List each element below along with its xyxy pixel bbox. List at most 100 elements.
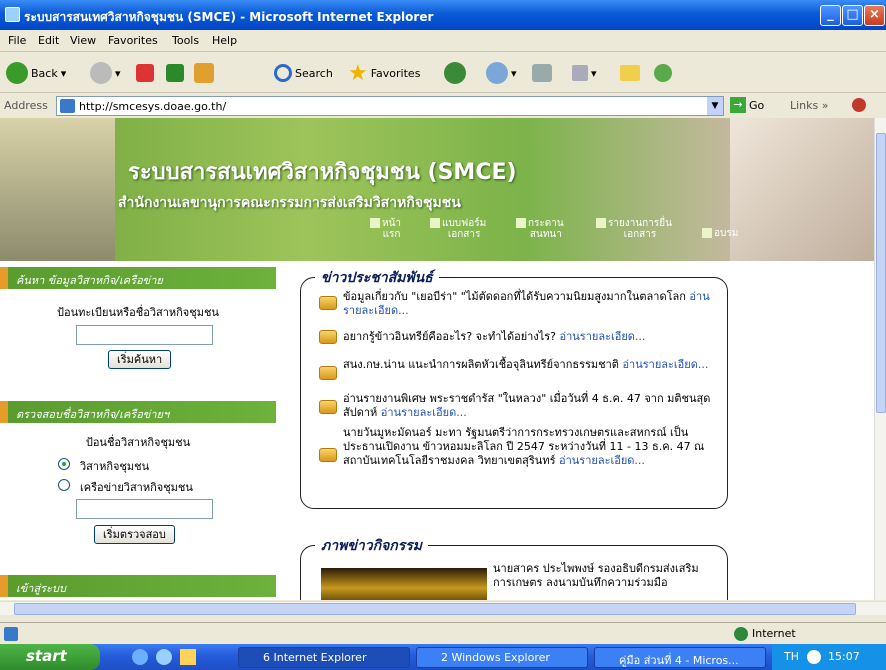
menu-help[interactable]: Help <box>212 34 237 47</box>
radio-enterprise[interactable] <box>58 458 70 470</box>
menu-tools[interactable]: Tools <box>172 34 199 47</box>
globe-icon <box>734 627 748 641</box>
check-input[interactable] <box>76 499 213 519</box>
page-status-icon <box>4 627 18 641</box>
news-item: สนง.กษ.น่าน แนะนำการผลิตหัวเชื้อจุลินทรี… <box>343 358 709 371</box>
activity-photo[interactable] <box>321 568 487 600</box>
mail-icon <box>486 62 508 84</box>
refresh-icon <box>166 64 184 82</box>
nav-marker-icon <box>370 218 380 228</box>
system-tray: TH 15:07 <box>772 644 886 670</box>
activity-panel: ภาพข่าวกิจกรรม นายสาคร ประไพพงษ์ รองอธิบ… <box>300 535 728 600</box>
nav-forum[interactable]: กระดาน สนทนา <box>516 218 564 240</box>
address-input[interactable]: http://smcesys.doae.go.th/ ▼ <box>56 96 724 116</box>
nav-submission-report[interactable]: รายงานการยื่น เอกสาร <box>596 218 672 240</box>
menu-favorites[interactable]: Favorites <box>108 34 158 47</box>
menu-view[interactable]: View <box>70 34 96 47</box>
messenger-button[interactable] <box>654 61 672 85</box>
menu-file[interactable]: File <box>8 34 26 47</box>
news-bullet-icon <box>319 366 337 380</box>
clock: 15:07 <box>828 650 860 663</box>
mail-button[interactable]: ▾ <box>486 61 517 85</box>
nav-marker-icon <box>702 228 712 238</box>
search-button[interactable]: Search <box>274 61 333 85</box>
close-button[interactable]: × <box>864 5 885 26</box>
links-button[interactable]: Links » <box>790 99 829 112</box>
banner-photo-people <box>0 118 115 261</box>
start-button[interactable]: start <box>0 644 100 670</box>
refresh-button[interactable] <box>166 61 184 85</box>
search-section-header: ค้นหา ข้อมูลวิสาหกิจ/เครือข่าย <box>0 267 276 289</box>
window-titlebar[interactable]: ระบบสารสนเทศวิสาหกิจชุมชน (SMCE) - Micro… <box>0 0 886 30</box>
news-bullet-icon <box>319 448 337 462</box>
search-label: ป้อนทะเบียนหรือชื่อวิสาหกิจชุมชน <box>57 306 219 319</box>
menu-edit[interactable]: Edit <box>38 34 59 47</box>
radio-network-label: เครือข่ายวิสาหกิจชุมชน <box>80 481 193 494</box>
go-button[interactable]: → Go <box>730 97 764 113</box>
news-read-more-link[interactable]: อ่านรายละเอียด... <box>381 406 467 419</box>
quicklaunch-ie-icon[interactable] <box>132 649 148 665</box>
print-button[interactable] <box>532 61 552 85</box>
task-word-document[interactable]: คู่มือ ส่วนที่ 4 - Micros... <box>594 647 766 668</box>
language-indicator[interactable]: TH <box>784 650 799 663</box>
standard-toolbar: Back ▾ ▾ Search ★ Favorites ▾ ▾ <box>0 53 886 93</box>
news-item: อยากรู้ข้าวอินทรีย์คืออะไร? จะทำได้อย่าง… <box>343 330 646 343</box>
home-button[interactable] <box>194 61 214 85</box>
messenger-icon <box>654 64 672 82</box>
scroll-thumb[interactable] <box>14 603 856 615</box>
nav-marker-icon <box>596 218 606 228</box>
taskbar: start 6 Internet Explorer 2 Windows Expl… <box>0 644 886 670</box>
news-read-more-link[interactable]: อ่านรายละเอียด... <box>559 454 645 467</box>
login-section-header: เข้าสู่ระบบ <box>0 575 276 597</box>
news-item: นายวันมูหะมัดนอร์ มะทา รัฐมนตรีว่าการกระ… <box>343 426 705 467</box>
nav-training[interactable]: อบรม <box>702 228 738 239</box>
edit-button[interactable]: ▾ <box>572 61 597 85</box>
activity-text: นายสาคร ประไพพงษ์ รองอธิบดีกรมส่งเสริมกา… <box>493 562 699 589</box>
menu-bar: File Edit View Favorites Tools Help <box>0 30 886 52</box>
activity-heading: ภาพข่าวกิจกรรม <box>315 535 429 557</box>
quicklaunch-desktop-icon[interactable] <box>180 649 196 665</box>
address-url: http://smcesys.doae.go.th/ <box>79 100 227 113</box>
star-icon: ★ <box>348 60 368 86</box>
nav-forms[interactable]: แบบฟอร์ม เอกสาร <box>430 218 486 240</box>
check-button[interactable]: เริ่มตรวจสอบ <box>94 525 175 544</box>
search-button[interactable]: เริ่มค้นหา <box>108 350 172 369</box>
stop-button[interactable] <box>136 61 154 85</box>
forward-button[interactable]: ▾ <box>90 61 121 85</box>
horizontal-scrollbar[interactable] <box>0 601 886 615</box>
history-icon <box>444 62 466 84</box>
left-sidebar: ค้นหา ข้อมูลวิสาหกิจ/เครือข่าย ป้อนทะเบี… <box>0 261 276 600</box>
back-button[interactable]: Back ▾ <box>6 61 66 85</box>
banner-title: ระบบสารสนเทศวิสาหกิจชุมชน (SMCE) <box>128 160 517 185</box>
status-bar: Internet <box>0 622 886 644</box>
news-item: อ่านรายงานพิเศษ พระราชดำรัส "ในหลวง" เมื… <box>343 392 711 419</box>
task-internet-explorer[interactable]: 6 Internet Explorer <box>238 647 410 668</box>
folder-button[interactable] <box>620 61 640 85</box>
main-content: ข่าวประชาสัมพันธ์ ข้อมูลเกี่ยวกับ "เยอบี… <box>276 261 874 600</box>
minimize-button[interactable]: _ <box>820 5 841 26</box>
history-button[interactable] <box>444 61 466 85</box>
news-read-more-link[interactable]: อ่านรายละเอียด... <box>622 358 708 371</box>
search-input[interactable] <box>76 325 213 345</box>
go-arrow-icon: → <box>730 97 746 113</box>
scroll-thumb[interactable] <box>876 133 886 413</box>
check-label: ป้อนชื่อวิสาหกิจชุมชน <box>85 436 191 449</box>
news-panel: ข่าวประชาสัมพันธ์ ข้อมูลเกี่ยวกับ "เยอบี… <box>300 267 728 509</box>
news-read-more-link[interactable]: อ่านรายละเอียด... <box>560 330 646 343</box>
radio-network[interactable] <box>58 479 70 491</box>
favorites-button[interactable]: ★ Favorites <box>348 60 420 86</box>
dropdown-arrow-icon[interactable]: ▼ <box>707 97 723 115</box>
vertical-scrollbar[interactable] <box>874 118 886 600</box>
quicklaunch-browser-icon[interactable] <box>156 649 172 665</box>
tray-icon[interactable] <box>806 650 821 664</box>
nav-home[interactable]: หน้า แรก <box>370 218 401 240</box>
task-windows-explorer[interactable]: 2 Windows Explorer <box>416 647 588 668</box>
banner-photo-hand <box>730 118 874 261</box>
news-bullet-icon <box>319 330 337 344</box>
page-viewport: ระบบสารสนเทศวิสาหกิจชุมชน (SMCE) สำนักงา… <box>0 118 886 600</box>
news-bullet-icon <box>319 296 337 310</box>
extension-icon[interactable] <box>852 98 866 112</box>
address-label: Address <box>4 99 48 112</box>
news-bullet-icon <box>319 400 337 414</box>
maximize-button[interactable]: □ <box>842 5 863 26</box>
